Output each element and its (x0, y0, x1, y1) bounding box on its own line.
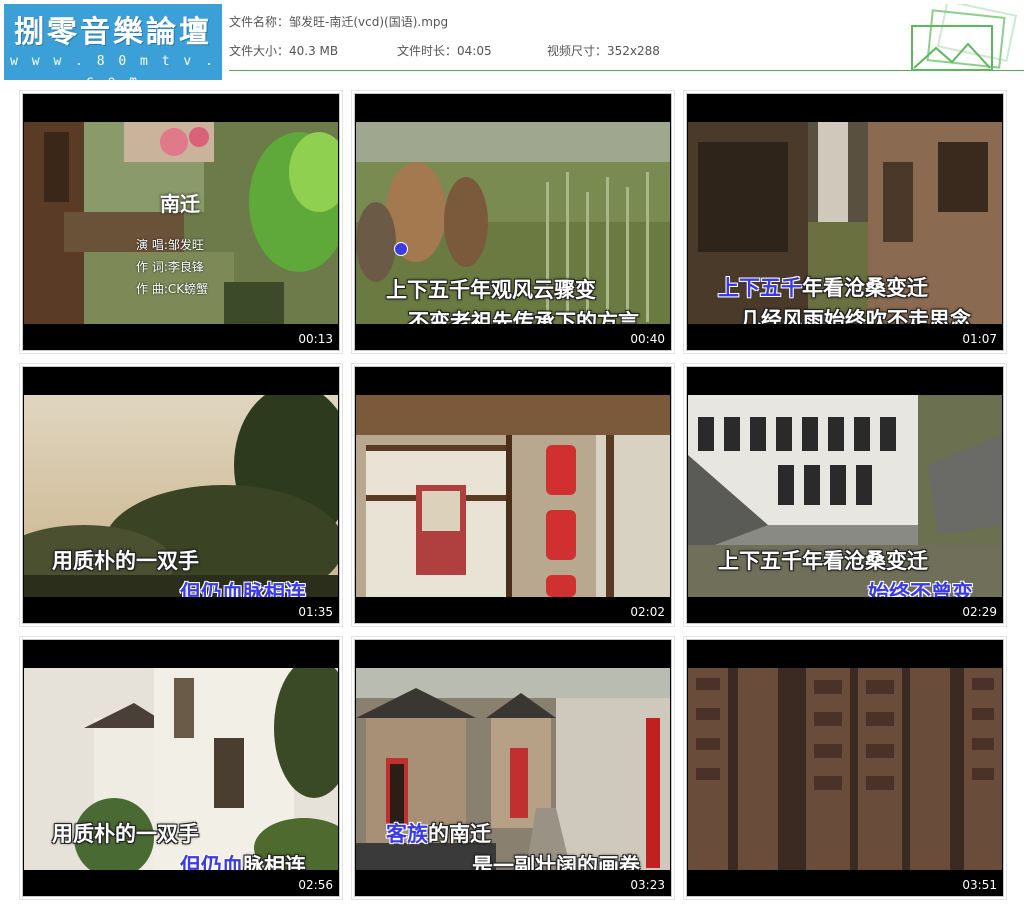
lyric-line-2: 但仍血脉相连 (180, 577, 306, 597)
lyric-line-1: 上下五千年看沧桑变迁 (718, 549, 928, 573)
credit-composer: 作 曲:CK螃蟹 (136, 282, 209, 296)
picture-frame-decoration-icon (911, 4, 1018, 71)
lyric-highlight: 客族 (386, 822, 428, 846)
file-duration-value: 04:05 (457, 44, 492, 58)
lyric-line-1: 上下五千年看沧桑变迁 (718, 272, 928, 302)
file-size-value: 40.3 MB (289, 44, 339, 58)
lyric-rest: 年看沧桑变迁 (802, 276, 928, 300)
timestamp: 02:02 (630, 605, 665, 619)
credit-singer: 演 唱:邹发旺 (136, 238, 204, 252)
vocal-marker-icon (394, 242, 408, 256)
lyric-line-2: 但仍血脉相连 (180, 850, 306, 870)
thumbnail-6[interactable]: 上下五千年看沧桑变迁 始终不曾变 02:29 (686, 366, 1004, 624)
lyric-highlight: 但仍血脉相连 (180, 581, 306, 597)
file-dimensions-label: 视频尺寸： (547, 44, 608, 58)
header-divider (229, 70, 1024, 71)
lyric-highlight: 始终不曾变 (868, 581, 973, 597)
timestamp: 00:13 (298, 332, 333, 346)
lyric-rest: 的南迁 (428, 822, 491, 846)
file-size-label: 文件大小： (229, 44, 290, 58)
scene-carved-calligraphy (688, 668, 1002, 870)
video-frame (356, 395, 670, 597)
file-dimensions-value: 352x288 (607, 44, 660, 58)
timestamp: 03:23 (630, 878, 665, 892)
timestamp: 01:07 (962, 332, 997, 346)
lyric-line-1: 用质朴的一双手 (52, 549, 199, 573)
timestamp: 02:29 (962, 605, 997, 619)
file-name-label: 文件名称： (229, 15, 290, 29)
timestamp: 00:40 (630, 332, 665, 346)
thumbnail-3[interactable]: 上下五千年看沧桑变迁 几经风雨始终吹不走思念 01:07 (686, 93, 1004, 351)
lyric-highlight: 但仍血 (180, 854, 243, 870)
lyric-rest: 脉相连 (243, 854, 306, 870)
file-size: 文件大小：40.3 MB (229, 42, 338, 59)
lyric-line-1: 用质朴的一双手 (52, 822, 199, 846)
scene-lantern-house (356, 395, 670, 597)
file-name-row: 文件名称：邹发旺-南迁(vcd)(国语).mpg (229, 13, 448, 30)
lyric-line-2: 始终不曾变 (868, 577, 973, 597)
lyric-line-2: 几经风雨始终吹不走思念 (740, 308, 971, 324)
thumbnail-4[interactable]: 用质朴的一双手 但仍血脉相连 01:35 (22, 366, 340, 624)
thumbnail-1[interactable]: 南迁 演 唱:邹发旺 作 词:李良锋 作 曲:CK螃蟹 00:13 (22, 93, 340, 351)
video-frame: 南迁 演 唱:邹发旺 作 词:李良锋 作 曲:CK螃蟹 (24, 122, 338, 324)
video-frame: 上下五千年看沧桑变迁 始终不曾变 (688, 395, 1002, 597)
thumbnail-7[interactable]: 用质朴的一双手 但仍血脉相连 02:56 (22, 639, 340, 897)
logo-title: 捌零音樂論壇 (14, 15, 212, 50)
logo-url: w w w . 8 0 m t v . c o m (10, 54, 216, 89)
file-duration: 文件时长：04:05 (397, 42, 492, 59)
video-frame: 上下五千年观风云骤变 不变老祖先传承下的方言 (356, 122, 670, 324)
lyric-line-2: 是一副壮阔的画卷 (472, 854, 640, 870)
file-dimensions: 视频尺寸：352x288 (547, 42, 660, 59)
video-frame: 上下五千年看沧桑变迁 几经风雨始终吹不走思念 (688, 122, 1002, 324)
video-frame: 用质朴的一双手 但仍血脉相连 (24, 395, 338, 597)
thumbnail-2[interactable]: 上下五千年观风云骤变 不变老祖先传承下的方言 00:40 (354, 93, 672, 351)
file-name-value: 邹发旺-南迁(vcd)(国语).mpg (289, 15, 449, 29)
timestamp: 03:51 (962, 878, 997, 892)
thumbnail-5[interactable]: 02:02 (354, 366, 672, 624)
video-frame: 客族的南迁 是一副壮阔的画卷 (356, 668, 670, 870)
lyric-highlight: 上下五千 (718, 276, 802, 300)
file-duration-label: 文件时长： (397, 44, 458, 58)
thumbnail-8[interactable]: 客族的南迁 是一副壮阔的画卷 03:23 (354, 639, 672, 897)
video-frame: 用质朴的一双手 但仍血脉相连 (24, 668, 338, 870)
site-logo: 捌零音樂論壇 w w w . 8 0 m t v . c o m (4, 4, 222, 89)
lyric-line-2: 不变老祖先传承下的方言 (408, 310, 639, 324)
song-title: 南迁 (160, 192, 200, 216)
timestamp: 01:35 (298, 605, 333, 619)
thumbnail-9[interactable]: 03:51 (686, 639, 1004, 897)
credit-lyricist: 作 词:李良锋 (136, 260, 204, 274)
lyric-line-1: 上下五千年观风云骤变 (386, 278, 596, 302)
lyric-line-1: 客族的南迁 (386, 818, 491, 848)
video-frame (688, 668, 1002, 870)
timestamp: 02:56 (298, 878, 333, 892)
